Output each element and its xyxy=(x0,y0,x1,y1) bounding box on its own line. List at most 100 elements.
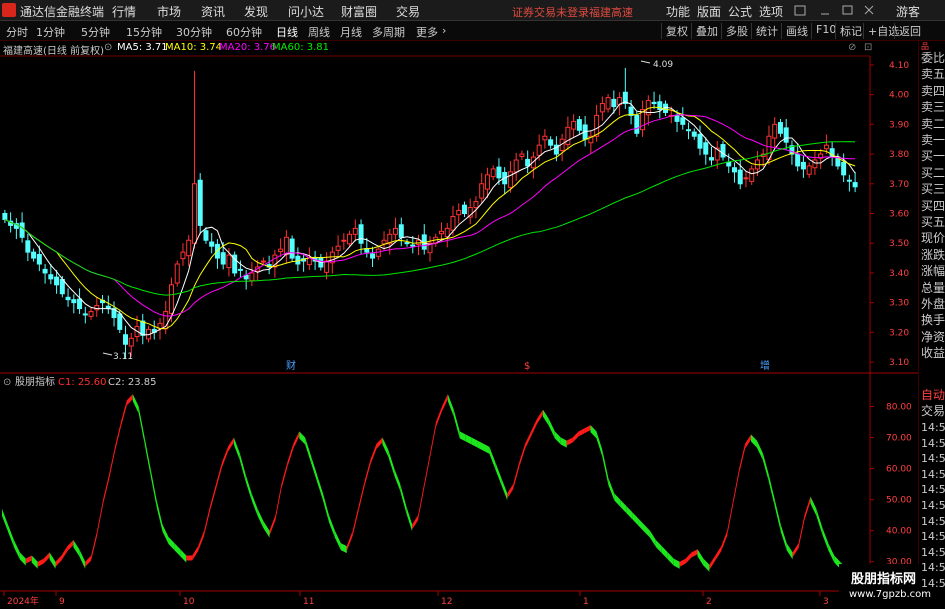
indicator-tick-label: 80.00 xyxy=(886,403,912,413)
marker-zeng[interactable]: 增 xyxy=(760,359,770,372)
candle-body xyxy=(674,114,680,122)
sidebar-item[interactable]: 卖三 xyxy=(921,98,945,115)
period-multi[interactable]: 多周期 xyxy=(372,24,405,40)
sidebar-trade[interactable]: 交易 xyxy=(921,402,945,419)
period-5min[interactable]: 5分钟 xyxy=(81,24,110,40)
price-tick-label: 3.10 xyxy=(889,358,909,368)
menu-xuanxiang[interactable]: 选项 xyxy=(759,3,783,20)
indicator-title[interactable]: 股朋指标 xyxy=(15,375,55,388)
sidebar-item[interactable]: 总量 xyxy=(921,279,945,296)
candle-body xyxy=(209,241,215,247)
maximize-icon[interactable] xyxy=(842,5,853,15)
tool-huaxian[interactable]: 画线 xyxy=(781,23,808,39)
close-icon[interactable] xyxy=(864,5,874,15)
tool-biaoji[interactable]: 标记 xyxy=(835,23,862,39)
sidebar-item[interactable]: 卖一 xyxy=(921,131,945,148)
sidebar-item[interactable]: 收益 xyxy=(921,344,945,361)
guest-user[interactable]: 游客 xyxy=(896,3,920,20)
period-monthly[interactable]: 月线 xyxy=(340,24,362,40)
tool-tongji[interactable]: 统计 xyxy=(751,23,778,39)
sidebar-item[interactable]: 买二 xyxy=(921,164,945,181)
indicator-band xyxy=(715,546,722,561)
candle-body xyxy=(823,144,829,150)
indicator-band xyxy=(590,425,597,439)
tool-diejia[interactable]: 叠加 xyxy=(691,23,718,39)
indicator-band xyxy=(697,549,704,566)
candle-body xyxy=(496,166,502,179)
menu-caifuquan[interactable]: 财富圈 xyxy=(341,3,377,20)
sidebar-item[interactable]: 买四 xyxy=(921,197,945,214)
menu-shichang[interactable]: 市场 xyxy=(157,3,181,20)
indicator-collapse-icon[interactable]: ⊙ xyxy=(3,377,11,388)
candle-body xyxy=(473,201,479,209)
period-30min[interactable]: 30分钟 xyxy=(176,24,212,40)
tool-duogu[interactable]: 多股 xyxy=(721,23,748,39)
marker-dollar[interactable]: $ xyxy=(524,361,530,372)
menu-banmian[interactable]: 版面 xyxy=(697,3,721,20)
candle-body xyxy=(800,161,806,170)
sidebar-item[interactable]: 涨幅 xyxy=(921,262,945,279)
menu-faxian[interactable]: 发现 xyxy=(244,3,268,20)
tool-fuquan[interactable]: 复权 xyxy=(661,23,688,39)
tool-f10[interactable]: F10 xyxy=(811,23,836,39)
period-weekly[interactable]: 周线 xyxy=(308,24,330,40)
candle-body xyxy=(490,168,496,178)
indicator-band xyxy=(150,468,157,507)
sidebar-item[interactable]: 卖二 xyxy=(921,115,945,132)
sidebar-item[interactable]: 卖五 xyxy=(921,65,945,82)
candle-body xyxy=(697,133,703,149)
indicator-band xyxy=(632,512,639,526)
sidebar-item[interactable]: 买三 xyxy=(921,180,945,197)
sidebar-item[interactable]: 买五 xyxy=(921,213,945,230)
menu-jiaoyi[interactable]: 交易 xyxy=(396,3,420,20)
sidebar-item[interactable]: 现价 xyxy=(921,229,945,246)
menu-gongshi[interactable]: 公式 xyxy=(728,3,752,20)
indicator-band xyxy=(263,521,270,538)
candle-body xyxy=(846,179,852,182)
sidebar-auto[interactable]: 自动 xyxy=(921,386,945,403)
more-chevron-icon[interactable]: › xyxy=(442,24,446,37)
period-more[interactable]: 更多 xyxy=(416,24,438,40)
indicator-band xyxy=(114,422,121,452)
candle-body xyxy=(536,144,542,156)
sidebar-item[interactable]: 外盘 xyxy=(921,295,945,312)
quote-sidebar: 品委比 卖五 卖四 卖三 卖二 卖一 买一 买二 买三 买四 买五 现价 涨跌 涨幅 总量 外盘 换手 净资 收益自… xyxy=(918,41,945,609)
candle-body xyxy=(703,142,709,155)
price-tick-label: 4.00 xyxy=(889,91,909,101)
chart-area[interactable]: 4.10 4.00 3.90 3.80 3.70 3.60 3.50 3.40 3.30 3.20… xyxy=(0,41,918,609)
period-60min[interactable]: 60分钟 xyxy=(226,24,262,40)
price-axis: 4.10 4.00 3.90 3.80 3.70 3.60 3.50 3.40 3.30 3.20… xyxy=(870,61,909,368)
marker-cai[interactable]: 财 xyxy=(286,359,296,372)
tick-time: 14:56 xyxy=(921,499,945,512)
period-daily[interactable]: 日线 xyxy=(276,24,298,40)
skin-icon[interactable] xyxy=(794,5,806,16)
candle-body xyxy=(249,272,255,282)
indicator-tick-label: 40.00 xyxy=(886,527,912,537)
tick-time: 14:56 xyxy=(921,561,945,575)
login-alert[interactable]: 证券交易未登录 xyxy=(512,4,589,20)
sidebar-item[interactable]: 换手 xyxy=(921,311,945,328)
indicator-band xyxy=(554,431,561,445)
menu-gongneng[interactable]: 功能 xyxy=(666,3,690,20)
menu-zixun[interactable]: 资讯 xyxy=(201,3,225,20)
sidebar-item[interactable]: 卖四 xyxy=(921,82,945,99)
app-title: 通达信金融终端 xyxy=(20,5,105,19)
indicator-band xyxy=(762,453,769,482)
indicator-band xyxy=(311,456,318,482)
tool-back[interactable]: 返回 xyxy=(894,23,921,39)
indicator-band xyxy=(328,515,335,538)
period-15min[interactable]: 15分钟 xyxy=(126,24,162,40)
sidebar-item[interactable]: 净资 xyxy=(921,328,945,345)
menu-hangqing[interactable]: 行情 xyxy=(112,3,136,20)
candle-body xyxy=(461,204,467,214)
period-1min[interactable]: 1分钟 xyxy=(36,24,65,40)
period-fenshi[interactable]: 分时 xyxy=(6,24,28,40)
indicator-band xyxy=(346,530,353,552)
sidebar-item[interactable]: 涨跌 xyxy=(921,246,945,263)
menu-wenxiaoda[interactable]: 问小达 xyxy=(288,3,324,20)
tick-time: 14:56 xyxy=(921,483,945,497)
date-tick-label: 2 xyxy=(706,597,712,607)
watermark-title: 股朋指标网 xyxy=(851,572,917,587)
sidebar-item[interactable]: 买一 xyxy=(921,147,945,164)
sidebar-item[interactable]: 委比 xyxy=(921,49,945,66)
